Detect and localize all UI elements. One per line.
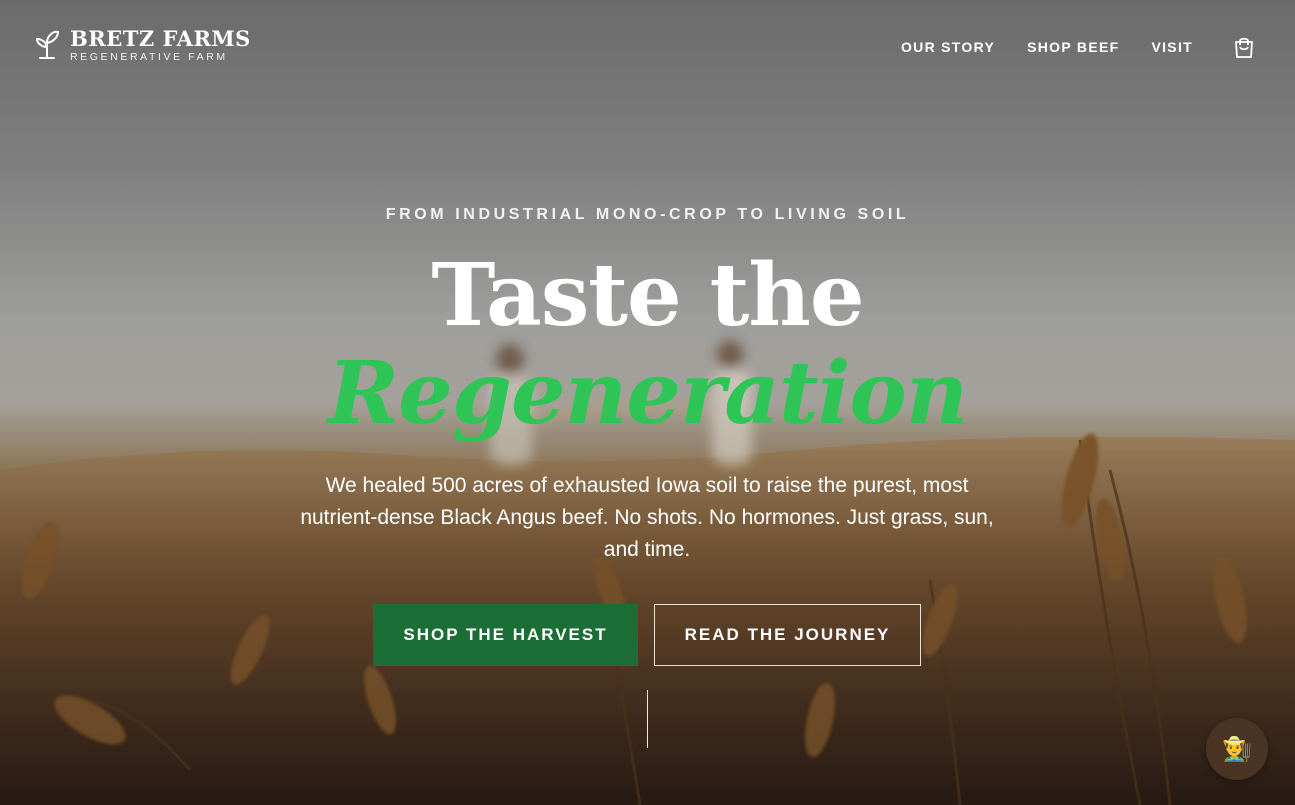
sprout-icon xyxy=(35,30,60,59)
read-the-journey-button[interactable]: READ THE JOURNEY xyxy=(654,604,921,666)
main-nav: OUR STORY SHOP BEEF VISIT xyxy=(869,35,1255,59)
chat-launcher-button[interactable]: 👨‍🌾 xyxy=(1206,718,1268,780)
hero-description: We healed 500 acres of exhausted Iowa so… xyxy=(300,474,994,561)
shop-the-harvest-button[interactable]: SHOP THE HARVEST xyxy=(373,604,638,666)
hero-eyebrow: FROM INDUSTRIAL MONO-CROP TO LIVING SOIL xyxy=(385,206,910,223)
scroll-indicator xyxy=(647,690,648,748)
nav-item-shop-beef[interactable]: SHOP BEEF xyxy=(1027,37,1119,57)
nav-item-visit[interactable]: VISIT xyxy=(1151,37,1193,57)
brand-name: BRETZ FARMS xyxy=(70,26,251,51)
hero-headline-accent: Regeneration xyxy=(327,343,969,444)
brand-logo[interactable]: BRETZ FARMS REGENERATIVE FARM xyxy=(34,27,251,63)
brand-tagline: REGENERATIVE FARM xyxy=(70,51,228,63)
hero-cta-group: SHOP THE HARVEST READ THE JOURNEY xyxy=(373,604,921,666)
hero-headline: Taste the xyxy=(431,245,864,346)
brand-wordmark: BRETZ FARMS REGENERATIVE FARM xyxy=(70,26,251,64)
shopping-bag-icon[interactable] xyxy=(1233,35,1255,59)
farmer-avatar-icon: 👨‍🌾 xyxy=(1222,735,1252,763)
nav-item-our-story[interactable]: OUR STORY xyxy=(901,37,995,57)
